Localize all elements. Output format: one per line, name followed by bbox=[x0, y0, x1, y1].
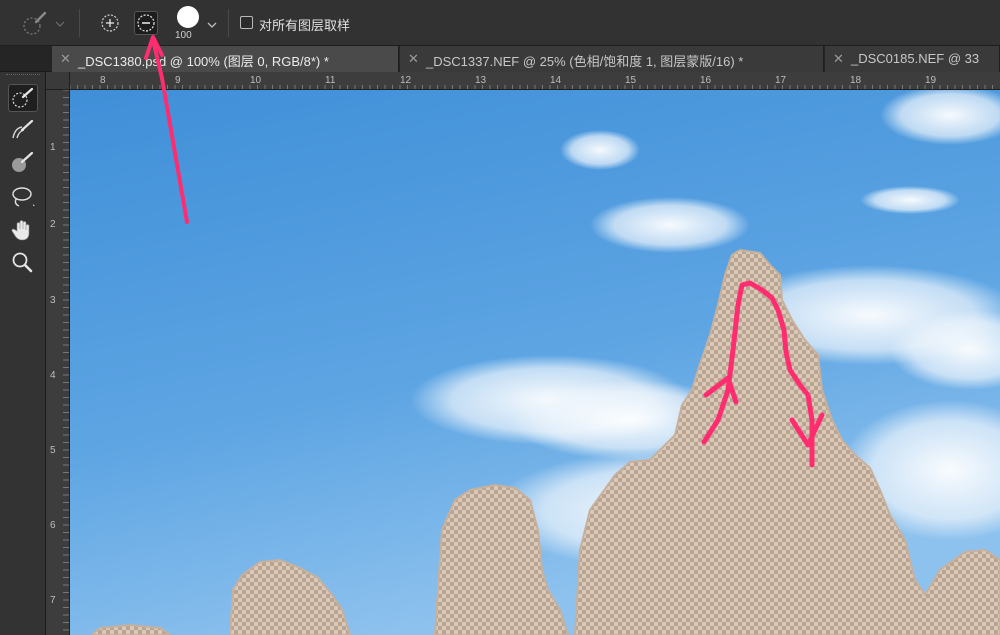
ruler-label: 18 bbox=[850, 75, 862, 86]
document-tab-label: _DSC1337.NEF @ 25% (色相/饱和度 1, 图层蒙版/16) * bbox=[426, 54, 744, 69]
document-tab[interactable]: ✕ _DSC1380.psd @ 100% (图层 0, RGB/8*) * bbox=[52, 46, 399, 72]
lasso-icon bbox=[12, 187, 35, 207]
chevron-down-icon bbox=[207, 22, 217, 28]
horizontal-ruler[interactable]: 8 9 10 11 12 13 14 15 16 17 18 19 bbox=[70, 72, 1000, 90]
ruler-label: 6 bbox=[50, 520, 56, 531]
ruler-label: 12 bbox=[400, 75, 412, 86]
hand-tool[interactable] bbox=[8, 217, 38, 245]
ruler-label: 11 bbox=[325, 75, 336, 86]
options-separator bbox=[79, 9, 80, 37]
vertical-ruler[interactable]: 1 2 3 4 5 6 7 bbox=[46, 90, 70, 635]
ruler-label: 2 bbox=[50, 219, 56, 230]
ruler-label: 16 bbox=[700, 75, 712, 86]
add-circle-icon bbox=[101, 14, 119, 32]
document-tab-label: _DSC1380.psd @ 100% (图层 0, RGB/8*) * bbox=[78, 54, 329, 69]
ruler-label: 1 bbox=[50, 142, 56, 153]
document-tab-label: _DSC0185.NEF @ 33 bbox=[851, 51, 980, 66]
ruler-label: 17 bbox=[775, 75, 787, 86]
ruler-origin[interactable] bbox=[46, 72, 70, 90]
ruler-label: 13 bbox=[475, 75, 487, 86]
ruler-label: 4 bbox=[50, 370, 56, 381]
tool-preset-picker[interactable] bbox=[18, 10, 65, 36]
ruler-label: 14 bbox=[550, 75, 562, 86]
options-separator bbox=[228, 9, 229, 37]
document-tab[interactable]: ✕ _DSC0185.NEF @ 33 bbox=[825, 46, 1000, 72]
subtract-circle-icon bbox=[137, 14, 155, 32]
brush-size-value: 100 bbox=[175, 30, 192, 41]
ruler-label: 5 bbox=[50, 445, 56, 456]
quick-selection-tool[interactable] bbox=[8, 84, 38, 112]
sample-all-layers-label: 对所有图层取样 bbox=[259, 18, 351, 33]
tools-panel bbox=[0, 72, 46, 635]
zoom-tool[interactable] bbox=[8, 249, 38, 277]
close-tab-icon[interactable]: ✕ bbox=[60, 51, 71, 67]
ruler-label: 10 bbox=[250, 75, 262, 86]
quick-selection-icon bbox=[12, 87, 34, 108]
refine-edge-brush-tool[interactable] bbox=[8, 118, 38, 146]
ruler-label: 15 bbox=[625, 75, 637, 86]
brush-preset-icon bbox=[23, 11, 65, 35]
brush-size-preview[interactable] bbox=[177, 6, 199, 28]
zoom-icon bbox=[12, 252, 33, 273]
select-and-mask-brush-icon bbox=[12, 119, 34, 139]
panel-grip[interactable] bbox=[6, 74, 40, 76]
document-tab[interactable]: ✕ _DSC1337.NEF @ 25% (色相/饱和度 1, 图层蒙版/16)… bbox=[400, 46, 824, 72]
brush-options-dropdown[interactable] bbox=[207, 17, 217, 35]
ruler-label: 8 bbox=[100, 75, 106, 86]
close-tab-icon[interactable]: ✕ bbox=[408, 51, 419, 67]
photo-sky-and-rocks bbox=[70, 90, 1000, 635]
sample-all-layers-checkbox[interactable] bbox=[240, 16, 253, 29]
ruler-label: 9 bbox=[175, 75, 181, 86]
object-selection-brush-icon bbox=[12, 151, 34, 172]
close-tab-icon[interactable]: ✕ bbox=[833, 51, 844, 67]
add-to-selection-button[interactable] bbox=[98, 11, 122, 35]
ruler-ticks bbox=[63, 90, 69, 631]
subtract-from-selection-button[interactable] bbox=[134, 11, 158, 35]
ruler-label: 3 bbox=[50, 295, 56, 306]
options-bar: 100 对所有图层取样 bbox=[0, 0, 1000, 46]
ruler-label: 7 bbox=[50, 595, 56, 606]
ruler-label: 19 bbox=[925, 75, 937, 86]
document-tab-bar: ›› ✕ _DSC1380.psd @ 100% (图层 0, RGB/8*) … bbox=[0, 46, 1000, 103]
brush-tool[interactable] bbox=[8, 150, 38, 178]
hand-icon bbox=[11, 220, 30, 241]
lasso-tool[interactable] bbox=[8, 184, 38, 212]
document-canvas[interactable] bbox=[70, 90, 1000, 635]
